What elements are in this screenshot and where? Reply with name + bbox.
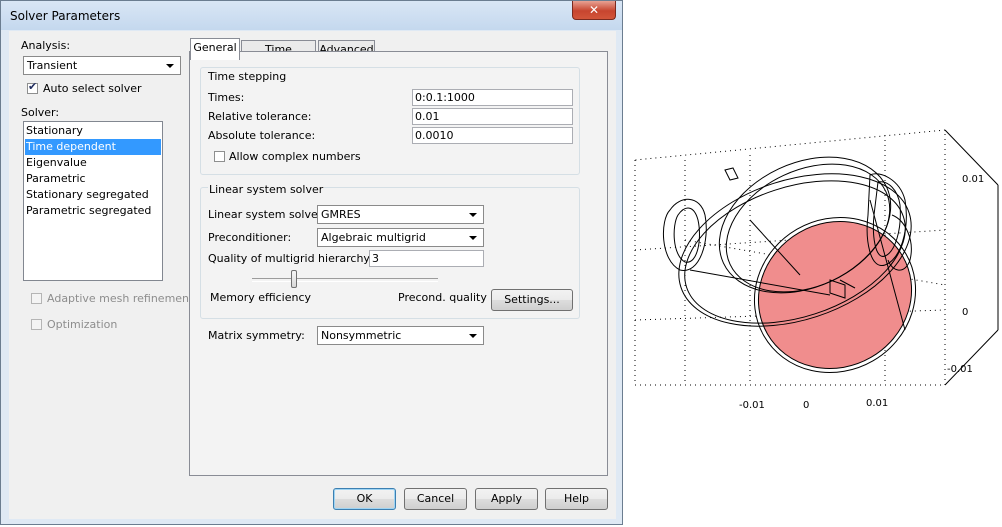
time-stepping-title: Time stepping bbox=[208, 70, 287, 83]
window-title: Solver Parameters bbox=[10, 9, 121, 23]
relative-tolerance-value: 0.01 bbox=[415, 110, 440, 123]
solver-list[interactable]: Stationary Time dependent Eigenvalue Par… bbox=[23, 121, 163, 281]
close-icon: ✕ bbox=[588, 3, 600, 17]
solver-item-time-dependent[interactable]: Time dependent bbox=[25, 139, 161, 155]
solver-label: Solver: bbox=[21, 106, 60, 119]
chevron-down-icon bbox=[469, 236, 477, 240]
analysis-select[interactable]: Transient bbox=[23, 56, 181, 75]
times-input-value: 0:0.1:1000 bbox=[415, 91, 475, 104]
allow-complex-label: Allow complex numbers bbox=[229, 150, 361, 163]
x-tick-neg: -0.01 bbox=[739, 400, 765, 411]
dialog-border-strip bbox=[616, 31, 622, 519]
preconditioner-value: Algebraic multigrid bbox=[321, 231, 426, 244]
preconditioner-label: Preconditioner: bbox=[208, 231, 292, 244]
auto-select-label: Auto select solver bbox=[43, 82, 142, 95]
ok-button[interactable]: OK bbox=[333, 488, 396, 510]
solver-item-stationary[interactable]: Stationary bbox=[25, 123, 161, 139]
title-bar[interactable]: Solver Parameters ✕ bbox=[1, 1, 622, 30]
relative-tolerance-input[interactable]: 0.01 bbox=[412, 108, 573, 125]
multigrid-quality-input[interactable]: 3 bbox=[369, 250, 484, 267]
z-tick-zero: 0 bbox=[962, 307, 968, 318]
chevron-down-icon bbox=[469, 334, 477, 338]
quality-slider-handle[interactable] bbox=[291, 270, 297, 288]
multigrid-quality-label: Quality of multigrid hierarchy: bbox=[208, 252, 373, 265]
chevron-down-icon bbox=[469, 213, 477, 217]
precond-quality-label: Precond. quality bbox=[398, 291, 487, 304]
settings-button[interactable]: Settings... bbox=[491, 289, 573, 311]
matrix-symmetry-value: Nonsymmetric bbox=[321, 329, 402, 342]
multigrid-quality-value: 3 bbox=[372, 252, 379, 265]
close-button[interactable]: ✕ bbox=[572, 1, 616, 20]
absolute-tolerance-value: 0.0010 bbox=[415, 129, 454, 142]
linear-solver-value: GMRES bbox=[321, 208, 361, 221]
chevron-down-icon bbox=[166, 64, 174, 68]
solver-item-parametric[interactable]: Parametric bbox=[25, 171, 161, 187]
auto-select-checkbox[interactable]: ✔ bbox=[27, 80, 38, 94]
matrix-symmetry-label: Matrix symmetry: bbox=[208, 329, 305, 342]
tab-general[interactable]: General bbox=[190, 38, 240, 60]
matrix-symmetry-select[interactable]: Nonsymmetric bbox=[317, 326, 484, 345]
checkmark-icon: ✔ bbox=[28, 80, 38, 93]
preconditioner-select[interactable]: Algebraic multigrid bbox=[317, 228, 484, 247]
solver-item-eigenvalue[interactable]: Eigenvalue bbox=[25, 155, 161, 171]
linear-solver-title: Linear system solver bbox=[208, 183, 325, 196]
quality-slider-track[interactable] bbox=[252, 278, 438, 282]
memory-efficiency-label: Memory efficiency bbox=[210, 291, 312, 304]
plot-axis-lines bbox=[944, 129, 999, 386]
z-tick-pos: 0.01 bbox=[962, 174, 984, 185]
analysis-select-value: Transient bbox=[27, 59, 78, 72]
adaptive-mesh-checkbox[interactable] bbox=[31, 293, 42, 304]
relative-tolerance-label: Relative tolerance: bbox=[208, 110, 312, 123]
adaptive-mesh-label: Adaptive mesh refinement bbox=[47, 292, 194, 305]
times-input[interactable]: 0:0.1:1000 bbox=[412, 89, 573, 106]
geometry-plot[interactable]: -0.01 0 0.01 0.01 0 -0.01 bbox=[630, 120, 1002, 420]
solver-item-stationary-segregated[interactable]: Stationary segregated bbox=[25, 187, 161, 203]
optimization-checkbox[interactable] bbox=[31, 319, 42, 330]
x-tick-pos: 0.01 bbox=[866, 398, 888, 409]
solver-parameters-dialog: Solver Parameters ✕ Analysis: Transient … bbox=[0, 0, 623, 525]
analysis-label: Analysis: bbox=[21, 39, 71, 52]
times-label: Times: bbox=[208, 91, 245, 104]
dialog-client-area: Analysis: Transient ✔ Auto select solver… bbox=[9, 31, 616, 519]
linear-solver-label: Linear system solver: bbox=[208, 208, 326, 221]
absolute-tolerance-label: Absolute tolerance: bbox=[208, 129, 316, 142]
apply-button[interactable]: Apply bbox=[475, 488, 538, 510]
absolute-tolerance-input[interactable]: 0.0010 bbox=[412, 127, 573, 144]
help-button[interactable]: Help bbox=[545, 488, 608, 510]
x-tick-zero: 0 bbox=[803, 400, 809, 411]
optimization-label: Optimization bbox=[47, 318, 118, 331]
solver-item-parametric-segregated[interactable]: Parametric segregated bbox=[25, 203, 161, 219]
allow-complex-checkbox[interactable] bbox=[214, 151, 225, 162]
cancel-button[interactable]: Cancel bbox=[404, 488, 467, 510]
z-tick-neg: -0.01 bbox=[947, 364, 973, 375]
linear-solver-select[interactable]: GMRES bbox=[317, 205, 484, 224]
